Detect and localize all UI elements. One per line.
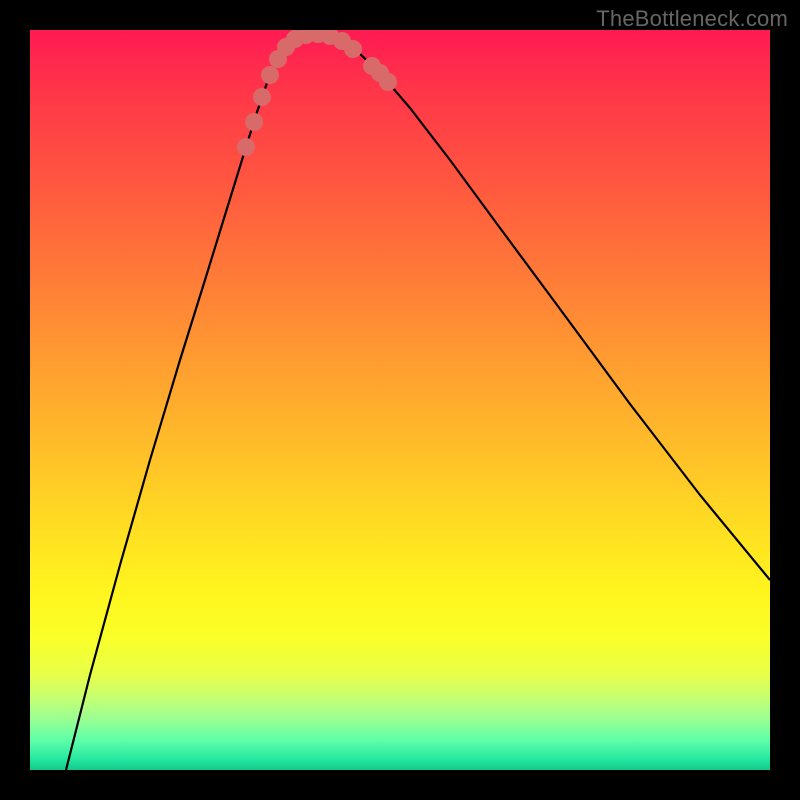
highlight-dot (245, 113, 263, 131)
highlight-dots-group (237, 30, 397, 156)
highlight-dot (237, 138, 255, 156)
curve-svg (30, 30, 770, 770)
watermark-text: TheBottleneck.com (596, 6, 788, 32)
highlight-dot (344, 40, 362, 58)
highlight-dot (261, 66, 279, 84)
plot-area (30, 30, 770, 770)
bottleneck-curve-path (66, 34, 770, 770)
chart-frame: TheBottleneck.com (0, 0, 800, 800)
highlight-dot (253, 88, 271, 106)
highlight-dot (379, 73, 397, 91)
